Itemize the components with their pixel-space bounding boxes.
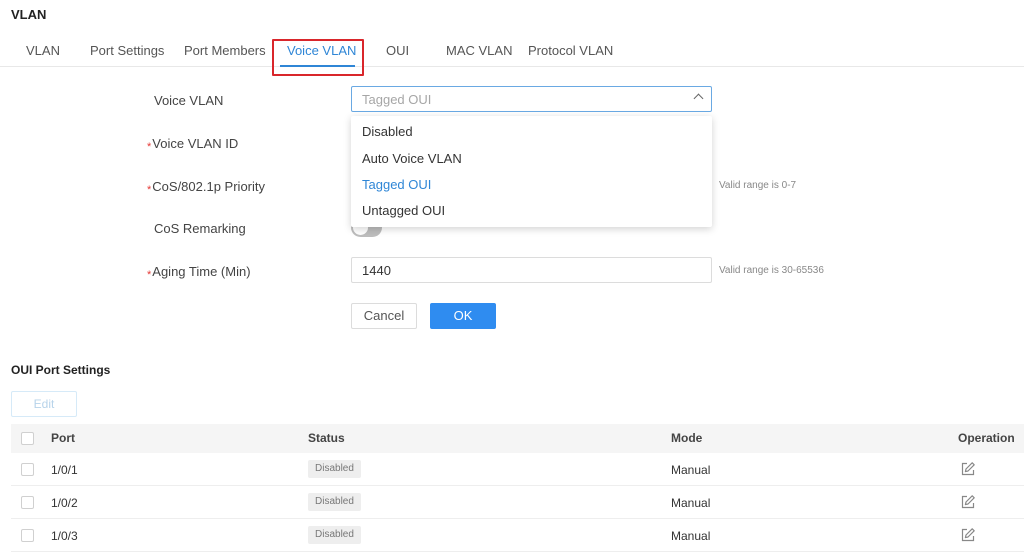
cos-priority-label-text: CoS/802.1p Priority [152,179,266,194]
voice-vlan-id-label-text: Voice VLAN ID [152,136,239,151]
required-mark: * [147,269,152,281]
aging-time-hint: Valid range is 30-65536 [719,265,824,276]
edit-icon[interactable] [960,494,976,510]
cos-remarking-label: CoS Remarking [154,221,246,236]
dropdown-option-tagged-oui[interactable]: Tagged OUI [362,177,431,192]
voice-vlan-label: Voice VLAN [154,93,224,108]
tab-highlight-box [272,39,364,76]
aging-time-input[interactable]: 1440 [351,257,712,283]
aging-time-label-text: Aging Time (Min) [152,264,251,279]
status-badge: Disabled [308,460,361,478]
column-header-port: Port [51,431,75,445]
status-badge: Disabled [308,493,361,511]
dropdown-option-auto-voice-vlan[interactable]: Auto Voice VLAN [362,151,462,166]
column-header-operation: Operation [958,431,1015,445]
edit-button[interactable]: Edit [11,391,77,417]
status-badge: Disabled [308,526,361,544]
voice-vlan-dropdown: Disabled Auto Voice VLAN Tagged OUI Unta… [351,116,712,227]
port-cell: 1/0/2 [51,496,78,510]
edit-icon[interactable] [960,527,976,543]
table-row: 1/0/3 Disabled Manual [11,519,1024,552]
port-cell: 1/0/1 [51,463,78,477]
dropdown-option-untagged-oui[interactable]: Untagged OUI [362,203,445,218]
cancel-button[interactable]: Cancel [351,303,417,329]
dropdown-option-disabled[interactable]: Disabled [362,124,413,139]
row-checkbox[interactable] [21,463,34,476]
tab-protocol-vlan[interactable]: Protocol VLAN [528,43,613,58]
edit-icon[interactable] [960,461,976,477]
mode-cell: Manual [671,496,711,510]
tab-port-members[interactable]: Port Members [184,43,266,58]
column-header-status: Status [308,431,345,445]
voice-vlan-select[interactable]: Tagged OUI [351,86,712,112]
oui-port-settings-title: OUI Port Settings [11,363,111,377]
tab-bar: VLAN Port Settings Port Members Voice VL… [0,38,1024,67]
mode-cell: Manual [671,463,711,477]
required-mark: * [147,184,152,196]
chevron-up-icon [693,93,704,104]
aging-time-value: 1440 [362,263,391,278]
table-row: 1/0/2 Disabled Manual [11,486,1024,519]
column-header-mode: Mode [671,431,703,445]
voice-vlan-select-value: Tagged OUI [362,92,432,107]
tab-mac-vlan[interactable]: MAC VLAN [446,43,512,58]
port-cell: 1/0/3 [51,529,78,543]
table-row: 1/0/1 Disabled Manual [11,453,1024,486]
row-checkbox[interactable] [21,496,34,509]
page-title: VLAN [11,7,47,22]
aging-time-label: *Aging Time (Min) [147,264,251,281]
ok-button[interactable]: OK [430,303,496,329]
tab-oui[interactable]: OUI [386,43,409,58]
row-checkbox[interactable] [21,529,34,542]
select-all-checkbox[interactable] [21,432,34,445]
table-header: Port Status Mode Operation [11,424,1024,453]
mode-cell: Manual [671,529,711,543]
required-mark: * [147,141,152,153]
cos-priority-hint: Valid range is 0-7 [719,180,797,191]
cos-priority-label: *CoS/802.1p Priority [147,179,266,196]
tab-vlan[interactable]: VLAN [26,43,60,58]
tab-port-settings[interactable]: Port Settings [90,43,164,58]
voice-vlan-id-label: *Voice VLAN ID [147,136,239,153]
